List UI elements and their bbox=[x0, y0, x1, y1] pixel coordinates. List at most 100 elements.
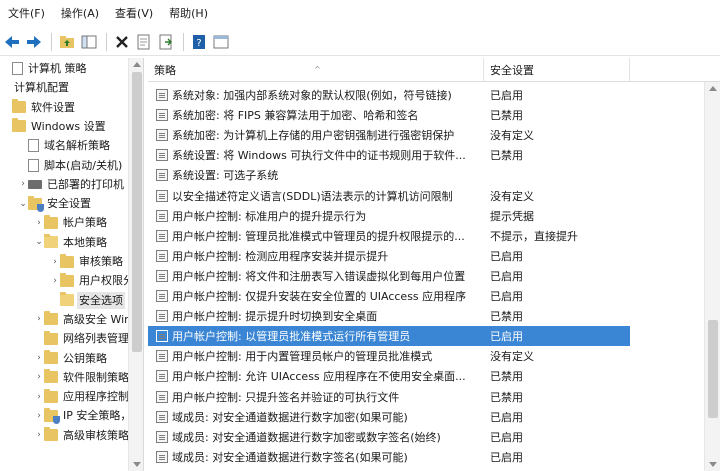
tree-item[interactable]: 安全选项 bbox=[0, 291, 128, 310]
policy-row[interactable]: 系统加密: 为计算机上存储的用户密钥强制进行强密钥保护 没有定义 bbox=[148, 125, 708, 145]
expand-chevron-icon[interactable] bbox=[18, 160, 28, 170]
policy-row[interactable]: 用户帐户控制: 仅提升安装在安全位置的 UIAccess 应用程序 已启用 bbox=[148, 286, 708, 306]
tree-item[interactable]: › 高级安全 Winc bbox=[0, 310, 128, 329]
policy-icon bbox=[156, 189, 168, 202]
forward-icon[interactable] bbox=[24, 32, 44, 52]
collapse-chevron-icon[interactable]: ⌄ bbox=[18, 199, 28, 209]
policy-row[interactable]: 用户帐户控制: 只提升签名并验证的可执行文件 已禁用 bbox=[148, 387, 708, 407]
scroll-thumb[interactable] bbox=[708, 320, 718, 418]
open-folder-icon bbox=[44, 234, 58, 249]
expand-chevron-icon[interactable]: › bbox=[18, 179, 28, 189]
expand-chevron-icon[interactable]: › bbox=[34, 353, 44, 363]
policy-name: 用户帐户控制: 允许 UIAccess 应用程序在不使用安全桌面... bbox=[172, 370, 466, 384]
policy-row[interactable]: 以安全描述符定义语言(SDDL)语法表示的计算机访问限制 没有定义 bbox=[148, 186, 708, 206]
tree-item[interactable]: 域名解析策略 bbox=[0, 136, 128, 155]
policy-setting: 已启用 bbox=[490, 410, 523, 424]
expand-chevron-icon[interactable] bbox=[18, 141, 28, 151]
expand-chevron-icon[interactable] bbox=[2, 83, 12, 93]
expand-chevron-icon[interactable] bbox=[34, 334, 44, 344]
tree-item[interactable]: ⌄ 本地策略 bbox=[0, 233, 128, 252]
policy-row[interactable]: 域成员: 对安全通道数据进行数字加密(如果可能) 已启用 bbox=[148, 407, 708, 427]
policy-row[interactable]: 用户帐户控制: 提示提升时切换到安全桌面 已禁用 bbox=[148, 306, 708, 326]
tree-item[interactable]: 脚本(启动/关机) bbox=[0, 156, 128, 175]
policy-row[interactable]: 系统设置: 可选子系统 bbox=[148, 165, 708, 185]
folder-icon bbox=[12, 99, 26, 114]
expand-chevron-icon[interactable]: › bbox=[34, 314, 44, 324]
tree-item[interactable]: › 公钥策略 bbox=[0, 349, 128, 368]
tree-item-label: 用户权限分 bbox=[79, 274, 128, 288]
policy-setting: 已启用 bbox=[490, 89, 523, 102]
policy-setting: 已启用 bbox=[490, 290, 523, 303]
scroll-down-arrow-icon[interactable] bbox=[133, 462, 141, 467]
menu-item[interactable]: 帮助(H) bbox=[161, 0, 216, 28]
back-icon[interactable] bbox=[2, 32, 22, 52]
expand-chevron-icon[interactable]: › bbox=[34, 372, 44, 382]
menu-item[interactable]: 操作(A) bbox=[53, 0, 107, 28]
menu-item[interactable]: 文件(F) bbox=[0, 0, 53, 28]
policy-row[interactable]: 用户帐户控制: 以管理员批准模式运行所有管理员 已启用 bbox=[148, 326, 630, 347]
tree-item[interactable]: ⌄ 安全设置 bbox=[0, 194, 128, 213]
export-icon[interactable] bbox=[156, 32, 176, 52]
scroll-thumb[interactable] bbox=[132, 72, 142, 352]
menu-item[interactable]: 查看(V) bbox=[107, 0, 161, 28]
view-icon[interactable] bbox=[211, 32, 231, 52]
column-header-policy[interactable]: 策略 ^ bbox=[148, 58, 484, 82]
policy-row[interactable]: 系统加密: 将 FIPS 兼容算法用于加密、哈希和签名 已禁用 bbox=[148, 105, 708, 125]
tree-item[interactable]: 计算机 策略 bbox=[0, 59, 128, 78]
tree-item[interactable]: › 软件限制策略 bbox=[0, 368, 128, 387]
policy-row[interactable]: 域成员: 对安全通道数据进行数字签名(如果可能) 已启用 bbox=[148, 447, 708, 467]
expand-chevron-icon[interactable]: › bbox=[50, 276, 60, 286]
tree-scrollbar[interactable] bbox=[128, 58, 143, 471]
tree-item-label: 安全选项 bbox=[77, 291, 125, 309]
scroll-up-arrow-icon[interactable] bbox=[133, 62, 141, 67]
column-header-setting[interactable]: 安全设置 bbox=[484, 58, 630, 82]
tree-item[interactable]: 计算机配置 bbox=[0, 78, 128, 97]
policy-row[interactable]: 用户帐户控制: 管理员批准模式中管理员的提升权限提示的... 不提示，直接提升 bbox=[148, 226, 708, 246]
tree-item[interactable]: 软件设置 bbox=[0, 98, 128, 117]
help-icon[interactable]: ? bbox=[189, 32, 209, 52]
tree-item-label: 网络列表管理 bbox=[63, 332, 128, 346]
tree-item[interactable]: › 高级审核策略 bbox=[0, 426, 128, 445]
collapse-chevron-icon[interactable]: ⌄ bbox=[34, 237, 44, 247]
properties-icon[interactable] bbox=[134, 32, 154, 52]
expand-chevron-icon[interactable]: › bbox=[34, 218, 44, 228]
expand-chevron-icon[interactable]: › bbox=[50, 257, 60, 267]
tree-item[interactable]: › 审核策略 bbox=[0, 252, 128, 271]
tree-item-label: 本地策略 bbox=[63, 235, 107, 249]
tree-item[interactable]: 网络列表管理 bbox=[0, 329, 128, 348]
policy-setting: 提示凭据 bbox=[490, 209, 534, 223]
policy-row[interactable]: 用户帐户控制: 用于内置管理员帐户的管理员批准模式 没有定义 bbox=[148, 346, 708, 366]
tree-item[interactable]: › IP 安全策略，i bbox=[0, 406, 128, 425]
up-folder-icon[interactable] bbox=[57, 32, 77, 52]
tree-item-label: 脚本(启动/关机) bbox=[44, 158, 123, 172]
policy-row[interactable]: 系统对象: 加强内部系统对象的默认权限(例如，符号链接) 已启用 bbox=[148, 85, 708, 105]
list-scrollbar[interactable] bbox=[704, 82, 720, 471]
policy-row[interactable]: 用户帐户控制: 检测应用程序安装并提示提升 已启用 bbox=[148, 246, 708, 266]
tree-item[interactable]: › 应用程序控制 bbox=[0, 387, 128, 406]
policy-row[interactable]: 用户帐户控制: 将文件和注册表写入错误虚拟化到每用户位置 已启用 bbox=[148, 266, 708, 286]
expand-chevron-icon[interactable] bbox=[50, 295, 60, 305]
tree-item[interactable]: › 帐户策略 bbox=[0, 213, 128, 232]
policy-name: 域成员: 对安全通道数据进行数字加密或数字签名(始终) bbox=[172, 430, 441, 444]
expand-chevron-icon[interactable]: › bbox=[34, 430, 44, 440]
policy-row[interactable]: 域成员: 对安全通道数据进行数字加密或数字签名(始终) 已启用 bbox=[148, 427, 708, 447]
delete-icon[interactable] bbox=[112, 32, 132, 52]
expand-chevron-icon[interactable]: › bbox=[34, 392, 44, 402]
policy-row[interactable]: 用户帐户控制: 允许 UIAccess 应用程序在不使用安全桌面... 已禁用 bbox=[148, 366, 708, 386]
show-tree-icon[interactable] bbox=[79, 32, 99, 52]
tree-item-label: 帐户策略 bbox=[63, 216, 107, 230]
expand-chevron-icon[interactable]: › bbox=[34, 411, 44, 421]
expand-chevron-icon[interactable] bbox=[2, 121, 12, 131]
scroll-down-arrow-icon[interactable] bbox=[709, 462, 717, 467]
scroll-up-arrow-icon[interactable] bbox=[709, 86, 717, 91]
folder-icon bbox=[44, 350, 58, 364]
tree-item[interactable]: › 用户权限分 bbox=[0, 271, 128, 290]
policy-name: 系统加密: 将 FIPS 兼容算法用于加密、哈希和签名 bbox=[172, 109, 419, 123]
policy-row[interactable]: 用户帐户控制: 标准用户的提升提示行为 提示凭据 bbox=[148, 206, 708, 226]
policy-row[interactable]: 系统设置: 将 Windows 可执行文件中的证书规则用于软件... 已禁用 bbox=[148, 145, 708, 165]
tree-item[interactable]: Windows 设置 bbox=[0, 117, 128, 136]
tree-item[interactable]: › 已部署的打印机 bbox=[0, 175, 128, 194]
expand-chevron-icon[interactable] bbox=[2, 102, 12, 112]
tree-item-label: 软件设置 bbox=[31, 100, 75, 114]
expand-chevron-icon[interactable] bbox=[2, 64, 12, 74]
